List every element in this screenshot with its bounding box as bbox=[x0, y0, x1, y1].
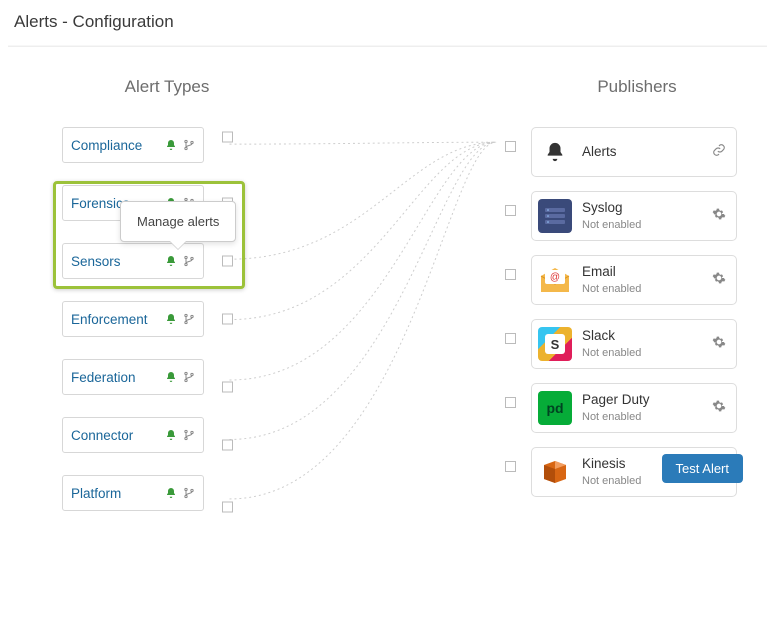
alert-chip-label: Platform bbox=[71, 486, 165, 501]
publisher-status: Not enabled bbox=[582, 283, 702, 296]
alert-chip-label: Enforcement bbox=[71, 312, 165, 327]
bell-icon[interactable] bbox=[165, 371, 177, 383]
alert-chip-federation[interactable]: Federation bbox=[62, 359, 204, 395]
alert-chip-connector[interactable]: Connector bbox=[62, 417, 204, 453]
publisher-name: Email bbox=[582, 264, 702, 280]
publisher-card-pagerduty[interactable]: pd Pager Duty Not enabled bbox=[531, 383, 737, 433]
gear-icon[interactable] bbox=[712, 207, 726, 226]
gear-icon[interactable] bbox=[712, 399, 726, 418]
alert-chip-platform[interactable]: Platform bbox=[62, 475, 204, 511]
publisher-checkbox-pagerduty[interactable] bbox=[505, 397, 516, 408]
alert-row-forensics: Forensics bbox=[62, 185, 272, 221]
svg-text:@: @ bbox=[550, 272, 560, 283]
publisher-row-syslog: Syslog Not enabled bbox=[531, 191, 743, 241]
alert-checkbox-enforcement[interactable] bbox=[222, 314, 233, 325]
alert-chip-label: Sensors bbox=[71, 254, 165, 269]
branch-icon[interactable] bbox=[183, 197, 195, 209]
alert-row-enforcement: Enforcement bbox=[62, 301, 272, 337]
page-title: Alerts - Configuration bbox=[0, 0, 775, 46]
gear-icon[interactable] bbox=[712, 271, 726, 290]
publisher-name: Syslog bbox=[582, 200, 702, 216]
alert-chip-label: Compliance bbox=[71, 138, 165, 153]
alert-chip-compliance[interactable]: Compliance bbox=[62, 127, 204, 163]
alert-row-sensors: Sensors bbox=[62, 243, 272, 279]
alert-chip-label: Federation bbox=[71, 370, 165, 385]
publisher-status: Not enabled bbox=[582, 219, 702, 232]
branch-icon[interactable] bbox=[183, 487, 195, 499]
bell-icon[interactable] bbox=[165, 313, 177, 325]
branch-icon[interactable] bbox=[183, 429, 195, 441]
alert-chip-enforcement[interactable]: Enforcement bbox=[62, 301, 204, 337]
alert-chip-forensics[interactable]: Forensics bbox=[62, 185, 204, 221]
publishers-header: Publishers bbox=[531, 77, 743, 97]
publisher-status: Not enabled bbox=[582, 347, 702, 360]
alert-checkbox-compliance[interactable] bbox=[222, 132, 233, 143]
alert-checkbox-connector[interactable] bbox=[222, 440, 233, 451]
alert-chip-label: Connector bbox=[71, 428, 165, 443]
publisher-row-alerts: Alerts bbox=[531, 127, 743, 177]
bell-icon[interactable] bbox=[165, 255, 177, 267]
publisher-name: Slack bbox=[582, 328, 702, 344]
publisher-checkbox-alerts[interactable] bbox=[505, 141, 516, 152]
publisher-card-alerts[interactable]: Alerts bbox=[531, 127, 737, 177]
alert-chip-label: Forensics bbox=[71, 196, 165, 211]
pagerduty-icon: pd bbox=[538, 391, 572, 425]
alert-row-federation: Federation bbox=[62, 359, 272, 395]
bell-icon[interactable] bbox=[165, 139, 177, 151]
gear-icon[interactable] bbox=[712, 335, 726, 354]
publisher-row-slack: S Slack Not enabled bbox=[531, 319, 743, 369]
alert-checkbox-platform[interactable] bbox=[222, 502, 233, 513]
branch-icon[interactable] bbox=[183, 255, 195, 267]
publisher-row-pagerduty: pd Pager Duty Not enabled bbox=[531, 383, 743, 433]
publisher-name: Pager Duty bbox=[582, 392, 702, 408]
publisher-card-slack[interactable]: S Slack Not enabled bbox=[531, 319, 737, 369]
alert-types-column: Alert Types Compliance Forensics bbox=[62, 77, 272, 533]
kinesis-icon bbox=[538, 455, 572, 489]
bell-icon bbox=[538, 135, 572, 169]
config-panel: Alert Types Compliance Forensics bbox=[8, 46, 767, 638]
bell-icon[interactable] bbox=[165, 197, 177, 209]
bell-icon[interactable] bbox=[165, 487, 177, 499]
alert-checkbox-forensics[interactable] bbox=[222, 198, 233, 209]
publisher-status: Not enabled bbox=[582, 411, 702, 424]
publisher-name: Alerts bbox=[582, 144, 702, 160]
slack-icon: S bbox=[538, 327, 572, 361]
test-alert-button[interactable]: Test Alert bbox=[662, 454, 743, 483]
alert-row-connector: Connector bbox=[62, 417, 272, 453]
branch-icon[interactable] bbox=[183, 371, 195, 383]
alert-chip-sensors[interactable]: Sensors bbox=[62, 243, 204, 279]
branch-icon[interactable] bbox=[183, 139, 195, 151]
publisher-checkbox-kinesis[interactable] bbox=[505, 461, 516, 472]
alert-row-platform: Platform bbox=[62, 475, 272, 511]
publishers-column: Publishers Alerts bbox=[531, 77, 743, 511]
email-icon: @ bbox=[538, 263, 572, 297]
publisher-checkbox-syslog[interactable] bbox=[505, 205, 516, 216]
alert-checkbox-sensors[interactable] bbox=[222, 256, 233, 267]
branch-icon[interactable] bbox=[183, 313, 195, 325]
publisher-checkbox-email[interactable] bbox=[505, 269, 516, 280]
alert-row-compliance: Compliance bbox=[62, 127, 272, 163]
bell-icon[interactable] bbox=[165, 429, 177, 441]
link-icon[interactable] bbox=[712, 143, 726, 162]
publisher-row-email: @ Email Not enabled bbox=[531, 255, 743, 305]
publisher-card-syslog[interactable]: Syslog Not enabled bbox=[531, 191, 737, 241]
syslog-icon bbox=[538, 199, 572, 233]
alert-types-header: Alert Types bbox=[62, 77, 272, 97]
publisher-card-email[interactable]: @ Email Not enabled bbox=[531, 255, 737, 305]
alert-checkbox-federation[interactable] bbox=[222, 382, 233, 393]
publisher-checkbox-slack[interactable] bbox=[505, 333, 516, 344]
